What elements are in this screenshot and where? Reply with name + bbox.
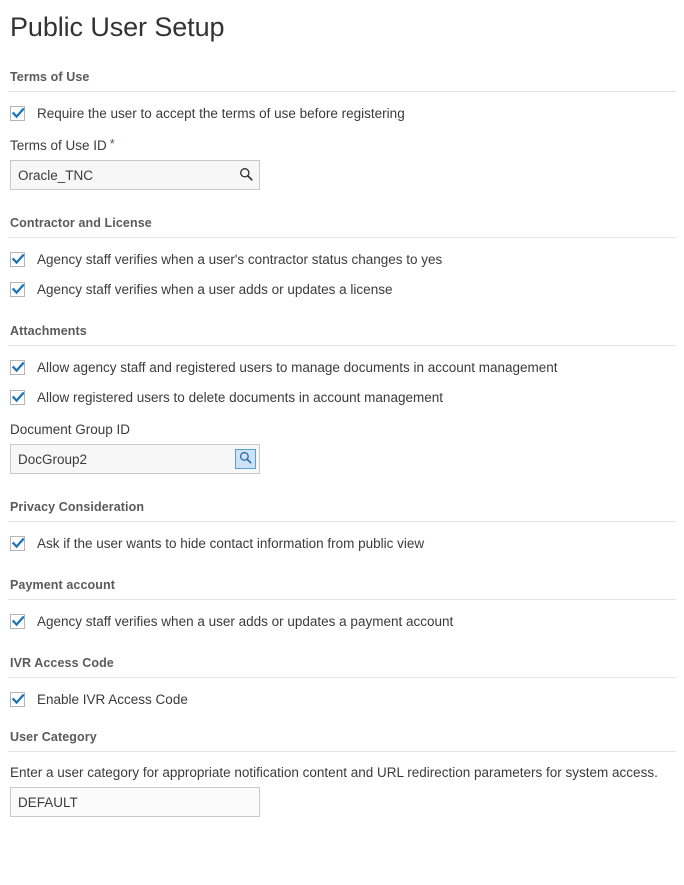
checkbox-row-payment-account-verify[interactable]: Agency staff verifies when a user adds o… — [8, 600, 676, 630]
field-label-text: Document Group ID — [10, 422, 130, 437]
section-ivr-access-code: IVR Access Code Enable IVR Access Code — [8, 656, 676, 708]
checkbox-label-contractor-status: Agency staff verifies when a user's cont… — [25, 251, 442, 268]
checkbox-delete-documents[interactable] — [10, 390, 25, 405]
section-user-category: User Category Enter a user category for … — [8, 730, 676, 817]
terms-of-use-id-input[interactable] — [10, 160, 260, 190]
checkbox-manage-documents[interactable] — [10, 360, 25, 375]
checkbox-label-payment-account-verify: Agency staff verifies when a user adds o… — [25, 613, 453, 630]
user-category-description: Enter a user category for appropriate no… — [8, 764, 676, 781]
document-group-id-input[interactable] — [10, 444, 260, 474]
section-header-user-category: User Category — [8, 730, 676, 752]
checkbox-row-delete-documents[interactable]: Allow registered users to delete documen… — [8, 376, 676, 406]
section-contractor-and-license: Contractor and License Agency staff veri… — [8, 216, 676, 298]
section-header-contractor-and-license: Contractor and License — [8, 216, 676, 238]
user-category-description-wrap: Enter a user category for appropriate no… — [8, 752, 676, 781]
checkbox-label-require-terms: Require the user to accept the terms of … — [25, 105, 405, 122]
field-label-text: Terms of Use ID — [10, 138, 107, 153]
section-header-ivr-access-code: IVR Access Code — [8, 656, 676, 678]
section-header-terms-of-use: Terms of Use — [8, 70, 676, 92]
checkbox-contractor-status[interactable] — [10, 252, 25, 267]
input-wrap-terms-of-use-id — [10, 160, 260, 190]
section-attachments: Attachments Allow agency staff and regis… — [8, 324, 676, 474]
checkbox-row-hide-contact-info[interactable]: Ask if the user wants to hide contact in… — [8, 522, 676, 552]
section-privacy-consideration: Privacy Consideration Ask if the user wa… — [8, 500, 676, 552]
checkbox-row-contractor-status[interactable]: Agency staff verifies when a user's cont… — [8, 238, 676, 268]
search-icon — [239, 167, 253, 184]
checkbox-enable-ivr[interactable] — [10, 692, 25, 707]
checkbox-label-license-update: Agency staff verifies when a user adds o… — [25, 281, 392, 298]
search-icon-button-terms-of-use-id[interactable] — [235, 165, 256, 185]
required-marker: * — [107, 136, 115, 151]
checkbox-row-require-terms[interactable]: Require the user to accept the terms of … — [8, 92, 676, 122]
search-icon — [239, 451, 252, 467]
checkbox-label-enable-ivr: Enable IVR Access Code — [25, 691, 188, 708]
checkbox-row-license-update[interactable]: Agency staff verifies when a user adds o… — [8, 268, 676, 298]
section-header-attachments: Attachments — [8, 324, 676, 346]
section-payment-account: Payment account Agency staff verifies wh… — [8, 578, 676, 630]
checkbox-hide-contact-info[interactable] — [10, 536, 25, 551]
field-terms-of-use-id: Terms of Use ID* — [8, 122, 676, 190]
page-title: Public User Setup — [8, 0, 676, 44]
checkbox-row-enable-ivr[interactable]: Enable IVR Access Code — [8, 678, 676, 708]
field-label-document-group-id: Document Group ID — [10, 422, 676, 438]
user-category-input[interactable] — [10, 787, 260, 817]
checkbox-license-update[interactable] — [10, 282, 25, 297]
checkbox-label-delete-documents: Allow registered users to delete documen… — [25, 389, 443, 406]
search-icon-button-document-group-id[interactable] — [235, 449, 256, 469]
checkbox-row-manage-documents[interactable]: Allow agency staff and registered users … — [8, 346, 676, 376]
checkbox-require-terms[interactable] — [10, 106, 25, 121]
field-document-group-id: Document Group ID — [8, 406, 676, 474]
section-header-privacy-consideration: Privacy Consideration — [8, 500, 676, 522]
checkbox-payment-account-verify[interactable] — [10, 614, 25, 629]
checkbox-label-manage-documents: Allow agency staff and registered users … — [25, 359, 558, 376]
input-wrap-document-group-id — [10, 444, 260, 474]
field-label-terms-of-use-id: Terms of Use ID* — [10, 138, 676, 154]
checkbox-label-hide-contact-info: Ask if the user wants to hide contact in… — [25, 535, 424, 552]
input-wrap-user-category — [8, 781, 676, 817]
required-marker — [130, 420, 133, 435]
section-header-payment-account: Payment account — [8, 578, 676, 600]
section-terms-of-use: Terms of Use Require the user to accept … — [8, 70, 676, 190]
public-user-setup-page: Public User Setup Terms of Use Require t… — [0, 0, 684, 817]
